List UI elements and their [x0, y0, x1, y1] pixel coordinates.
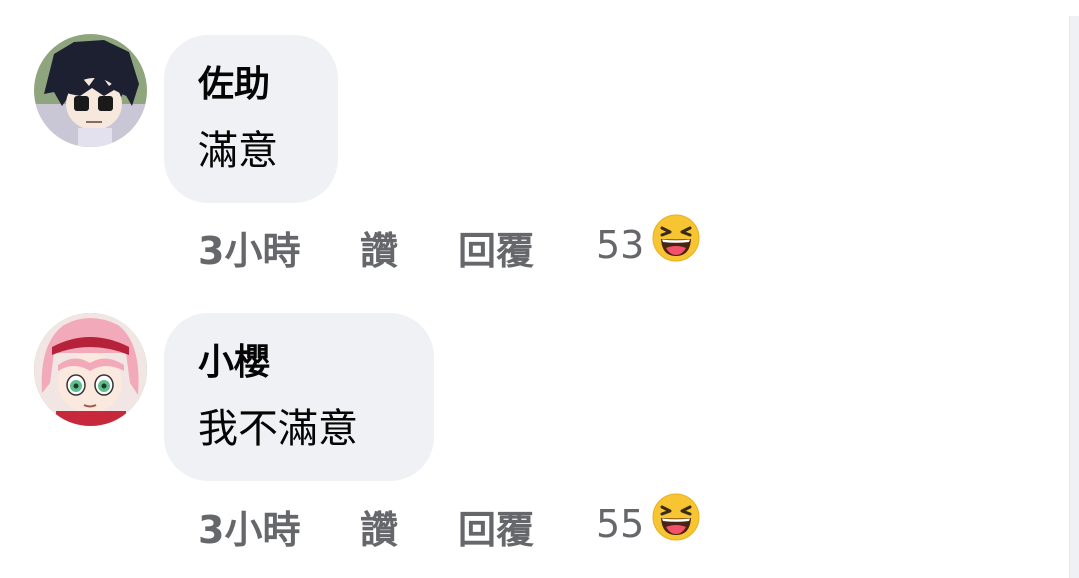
like-button[interactable]: 讚 [360, 226, 398, 276]
like-button[interactable]: 讚 [360, 505, 398, 555]
comment-bubble: 佐助 滿意 [164, 35, 338, 203]
comments-page: 佐助 滿意 3小時 讚 回覆 53 小櫻 我不滿意 3小時 讚 回覆 55 [0, 0, 1079, 578]
comment-actions: 3小時 讚 回覆 53 [198, 214, 718, 276]
comment-author[interactable]: 佐助 [198, 61, 304, 109]
comment-author[interactable]: 小櫻 [198, 339, 400, 387]
haha-emoji-icon[interactable] [652, 493, 700, 541]
comment-bubble: 小櫻 我不滿意 [164, 313, 434, 481]
avatar[interactable] [34, 34, 147, 147]
reply-button[interactable]: 回覆 [458, 226, 534, 276]
comment-text: 滿意 [198, 128, 278, 174]
avatar[interactable] [34, 313, 147, 426]
scrollbar[interactable] [1069, 16, 1079, 578]
haha-emoji-icon[interactable] [652, 214, 700, 262]
avatar-sasuke-image [34, 34, 147, 147]
reaction-count[interactable]: 53 [596, 220, 644, 270]
comment-text: 我不滿意 [198, 406, 358, 452]
reply-button[interactable]: 回覆 [458, 505, 534, 555]
comment-actions: 3小時 讚 回覆 55 [198, 493, 718, 555]
comment-timestamp[interactable]: 3小時 [198, 505, 300, 555]
reaction-count[interactable]: 55 [596, 499, 644, 549]
avatar-sakura-image [34, 313, 147, 426]
comment-timestamp[interactable]: 3小時 [198, 226, 300, 276]
